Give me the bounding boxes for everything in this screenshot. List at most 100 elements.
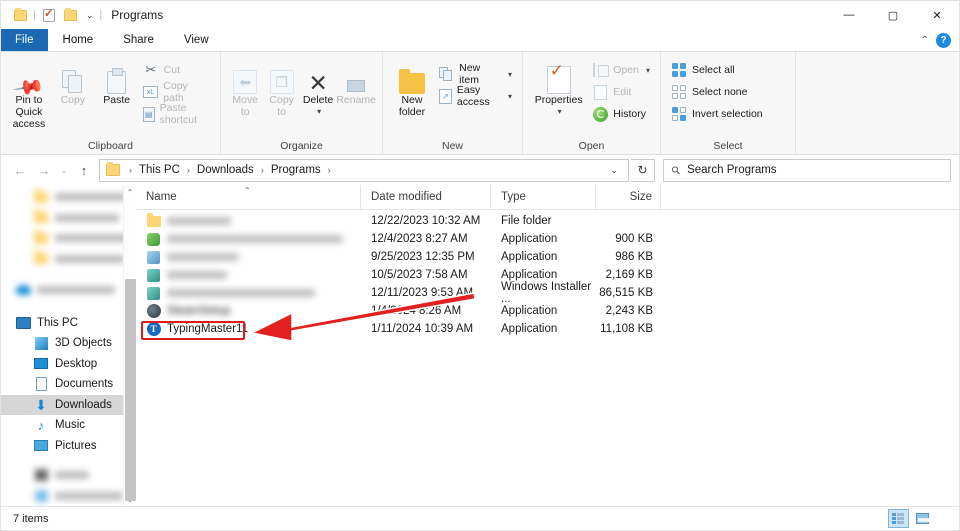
copy-path-button[interactable]: xL Copy path [139,80,214,104]
delete-button[interactable]: ✕ Delete ▾ [300,56,336,118]
copy-to-button[interactable]: ❐ Copy to [263,56,299,118]
sidebar-item-blurred-1[interactable] [1,187,136,208]
sidebar-item-onedrive[interactable] [1,280,136,301]
sidebar-item-blurred-3[interactable] [1,228,136,249]
details-view-button[interactable] [888,509,909,528]
new-folder-button[interactable]: New folder [389,56,435,118]
table-row[interactable]: 12/4/2023 8:27 AM Application 900 KB [136,230,959,248]
search-input[interactable]: ⚲ Search Programs [663,158,951,182]
chevron-down-icon[interactable]: ▾ [508,70,512,79]
tab-share[interactable]: Share [108,29,169,51]
file-name-cell[interactable]: T TypingMaster11 [136,320,361,338]
tab-home[interactable]: Home [47,29,109,51]
file-name-cell[interactable] [136,284,361,302]
paste-shortcut-button[interactable]: ▤ Paste shortcut [139,102,214,126]
tab-view[interactable]: View [169,29,224,51]
file-size-cell: 2,243 KB [605,305,653,317]
close-button[interactable]: ✕ [915,1,959,29]
scrollbar-track[interactable] [124,199,136,501]
new-item-button[interactable]: New item ▾ [435,62,516,86]
new-folder-icon[interactable] [61,5,81,25]
ribbon: 📌 Pin to Quick access Copy Paste ✂ Cut x… [1,51,959,155]
clipboard-small-buttons: ✂ Cut xL Copy path ▤ Paste shortcut [139,56,214,126]
refresh-button[interactable]: ↻ [631,158,655,182]
help-icon[interactable]: ? [936,32,951,48]
file-name-cell[interactable] [136,266,361,284]
chevron-down-icon[interactable]: ▾ [558,106,562,118]
sidebar-item-this-pc[interactable]: This PC [1,313,136,334]
folder-icon[interactable] [10,5,30,25]
file-size-cell: 2,169 KB [605,269,653,281]
breadcrumb-programs[interactable]: Programs [269,164,323,176]
chevron-down-icon[interactable]: ▾ [646,66,650,75]
back-button[interactable]: ← [9,159,31,181]
file-type-cell: Application [501,251,558,263]
minimize-button[interactable]: — [827,1,871,29]
select-all-button[interactable]: Select all [667,60,767,80]
cut-button[interactable]: ✂ Cut [139,60,214,80]
recent-locations-button[interactable]: ⌄ [57,159,71,181]
column-header-type[interactable]: Type [491,184,596,210]
file-name-cell[interactable] [136,212,361,230]
pin-to-quick-access-button[interactable]: 📌 Pin to Quick access [7,56,51,130]
sidebar-item-label: This PC [37,316,78,329]
sidebar-item-downloads[interactable]: ⬇ Downloads [1,394,136,415]
rename-button[interactable]: Rename [336,56,376,106]
breadcrumb-downloads[interactable]: Downloads [195,164,256,176]
forward-button[interactable]: → [33,159,55,181]
file-name-cell[interactable] [136,248,361,266]
sidebar-item-blurred-5[interactable] [1,465,136,486]
table-row[interactable]: 9/25/2023 12:35 PM Application 986 KB [136,248,959,266]
address-bar: ← → ⌄ ↑ › This PC › Downloads › Programs… [1,155,959,185]
column-header-date-modified[interactable]: Date modified [361,184,491,210]
breadcrumb-this-pc[interactable]: This PC [137,164,182,176]
copy-button[interactable]: Copy [51,56,95,106]
app-teal-icon [146,268,161,283]
select-none-button[interactable]: Select none [667,82,767,102]
chevron-down-icon[interactable]: ⌄ [604,165,624,176]
chevron-down-icon[interactable]: ⌄ [83,10,97,21]
sidebar-scrollbar[interactable]: ⌃ ⌄ [123,185,136,506]
desktop-icon [33,356,49,372]
table-row[interactable]: 12/22/2023 10:32 AM File folder [136,212,959,230]
sidebar-item-blurred-2[interactable] [1,208,136,229]
sidebar-item-documents[interactable]: Documents [1,374,136,395]
tab-file[interactable]: File [1,29,48,51]
large-icons-view-button[interactable] [912,509,933,528]
file-name-cell[interactable]: SteamSetup [136,302,361,320]
sidebar-item-label [55,213,119,222]
collapse-ribbon-icon[interactable]: ⌃ [918,35,932,46]
history-button[interactable]: History [588,104,654,124]
paste-button[interactable]: Paste [95,56,139,106]
open-button[interactable]: Open ▾ [588,60,654,80]
chevron-down-icon[interactable]: ▾ [317,106,321,118]
scroll-up-icon[interactable]: ⌃ [127,185,134,199]
sidebar-item-blurred-4[interactable] [1,249,136,270]
maximize-button[interactable]: ▢ [871,1,915,29]
sidebar-item-music[interactable]: ♪ Music [1,415,136,436]
sidebar-item-desktop[interactable]: Desktop [1,354,136,375]
table-row-typingmaster[interactable]: T TypingMaster11 1/11/2024 10:39 AM Appl… [136,320,959,338]
sidebar-item-3d-objects[interactable]: 3D Objects [1,333,136,354]
properties-icon[interactable] [39,5,59,25]
file-name-cell[interactable] [136,230,361,248]
scrollbar-thumb[interactable] [125,279,136,501]
properties-button[interactable]: Properties ▾ [529,56,588,118]
sidebar-item-blurred-6[interactable] [1,486,136,507]
move-to-button[interactable]: ⬅ Move to [227,56,263,118]
column-header-name[interactable]: Name ⌃ [136,184,361,210]
chevron-down-icon[interactable]: ▾ [508,92,512,101]
up-button[interactable]: ↑ [73,159,95,181]
edit-button[interactable]: Edit [588,82,654,102]
column-header-size[interactable]: Size [596,184,661,210]
easy-access-button[interactable]: ↗ Easy access ▾ [435,84,516,108]
file-date-cell: 12/4/2023 8:27 AM [371,233,468,245]
invert-selection-button[interactable]: Invert selection [667,104,767,124]
sidebar-item-label: Pictures [55,439,97,452]
breadcrumb[interactable]: › This PC › Downloads › Programs › ⌄ [99,158,629,182]
window-controls: — ▢ ✕ [827,1,959,29]
table-row[interactable]: SteamSetup 1/4/2024 8:26 AM Application … [136,302,959,320]
file-name-blurred [167,235,343,243]
sidebar-item-pictures[interactable]: Pictures [1,436,136,457]
table-row[interactable]: 12/11/2023 9:53 AM Windows Installer ...… [136,281,959,305]
